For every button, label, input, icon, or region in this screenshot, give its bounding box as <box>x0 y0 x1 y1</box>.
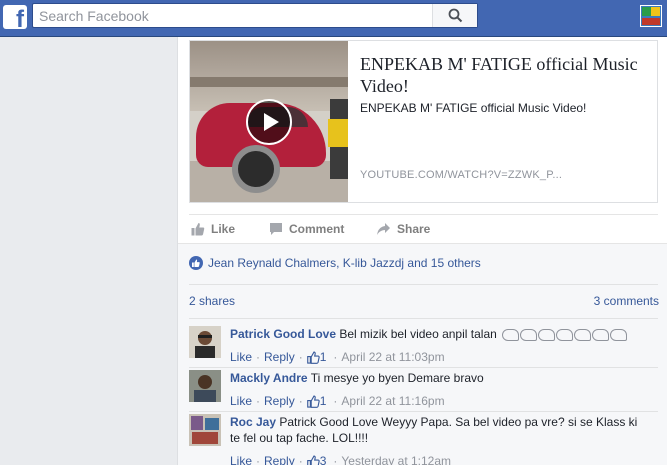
link-title[interactable]: ENPEKAB M' FATIGE official Music Video! <box>360 53 650 97</box>
facebook-logo[interactable]: f <box>3 5 27 33</box>
profile-avatar[interactable] <box>640 5 662 27</box>
comment-body: Roc Jay Patrick Good Love Weyyy Papa. Sa… <box>230 414 650 446</box>
comment-like-link[interactable]: Like <box>230 454 252 465</box>
link-url: YOUTUBE.COM/WATCH?V=ZZWK_P... <box>360 169 563 181</box>
commenter-avatar[interactable] <box>189 414 221 446</box>
search-button[interactable] <box>432 4 477 27</box>
comment-like-count: 1 <box>319 394 327 408</box>
share-icon <box>377 223 390 235</box>
commenter-avatar[interactable] <box>189 326 221 358</box>
comment-body: Mackly Andre Ti mesye yo byen Demare bra… <box>230 370 650 386</box>
top-bar: f <box>0 0 667 37</box>
comment-text: Patrick Good Love Weyyy Papa. Sa bel vid… <box>230 415 638 445</box>
post-card: ENPEKAB M' FATIGE official Music Video! … <box>177 37 667 465</box>
likes-summary-text[interactable]: Jean Reynald Chalmers, K-lib Jazzdj and … <box>208 256 481 270</box>
thumbs-up-icon <box>306 455 320 465</box>
search-input[interactable] <box>33 4 433 27</box>
thumbs-up-icon <box>306 395 320 408</box>
comment-text: Ti mesye yo byen Demare bravo <box>310 371 484 385</box>
play-icon[interactable] <box>246 99 292 145</box>
likes-summary[interactable]: Jean Reynald Chalmers, K-lib Jazzdj and … <box>189 256 481 270</box>
comment-likes[interactable]: 3 <box>306 454 327 465</box>
comment-like-link[interactable]: Like <box>230 394 252 408</box>
divider <box>189 411 658 412</box>
like-label: Like <box>211 222 236 236</box>
comment-icon <box>270 223 282 235</box>
comment-reply-link[interactable]: Reply <box>264 394 295 408</box>
thumbs-up-icon <box>306 351 320 364</box>
comment-likes[interactable]: 1 <box>306 394 327 408</box>
comment-like-count: 1 <box>319 350 327 364</box>
comment-like-link[interactable]: Like <box>230 350 252 364</box>
comment-reply-link[interactable]: Reply <box>264 454 295 465</box>
link-preview[interactable]: ENPEKAB M' FATIGE official Music Video! … <box>189 40 658 203</box>
comment-meta: Like · Reply · 1 · April 22 at 11:03pm <box>230 350 445 364</box>
divider <box>189 367 658 368</box>
comment-like-count: 3 <box>319 454 327 465</box>
comment-author[interactable]: Mackly Andre <box>230 371 308 385</box>
like-button[interactable]: Like <box>191 222 235 236</box>
comments-count[interactable]: 3 comments <box>594 294 659 308</box>
clap-emoji-icons <box>502 328 628 341</box>
facebook-logo-letter: f <box>16 6 24 33</box>
social-section: Jean Reynald Chalmers, K-lib Jazzdj and … <box>178 243 667 465</box>
like-badge-icon <box>189 256 203 270</box>
comment-body: Patrick Good Love Bel mizik bel video an… <box>230 326 650 342</box>
post-actions: Like Comment Share <box>189 214 658 242</box>
comment-meta: Like · Reply · 1 · April 22 at 11:16pm <box>230 394 445 408</box>
comment-label: Comment <box>289 222 345 236</box>
video-thumbnail[interactable] <box>190 41 348 202</box>
thumbs-up-icon <box>191 223 205 236</box>
comment-timestamp[interactable]: Yesterday at 1:12am <box>341 454 451 465</box>
divider <box>189 284 658 285</box>
comment-author[interactable]: Patrick Good Love <box>230 327 336 341</box>
share-label: Share <box>397 222 431 236</box>
comment-meta: Like · Reply · 3 · Yesterday at 1:12am <box>230 454 451 465</box>
search-icon <box>448 8 462 23</box>
shares-count[interactable]: 2 shares <box>189 294 235 308</box>
comment-text: Bel mizik bel video anpil talan <box>339 327 497 341</box>
comment-reply-link[interactable]: Reply <box>264 350 295 364</box>
comment-author[interactable]: Roc Jay <box>230 415 276 429</box>
divider <box>189 318 658 319</box>
commenter-avatar[interactable] <box>189 370 221 402</box>
comment-likes[interactable]: 1 <box>306 350 327 364</box>
comment-button[interactable]: Comment <box>269 222 344 236</box>
comment-timestamp[interactable]: April 22 at 11:03pm <box>341 350 444 364</box>
link-description: ENPEKAB M' FATIGE official Music Video! <box>360 101 587 115</box>
share-button[interactable]: Share <box>376 222 430 236</box>
comment-timestamp[interactable]: April 22 at 11:16pm <box>341 394 444 408</box>
search-box <box>32 3 478 28</box>
